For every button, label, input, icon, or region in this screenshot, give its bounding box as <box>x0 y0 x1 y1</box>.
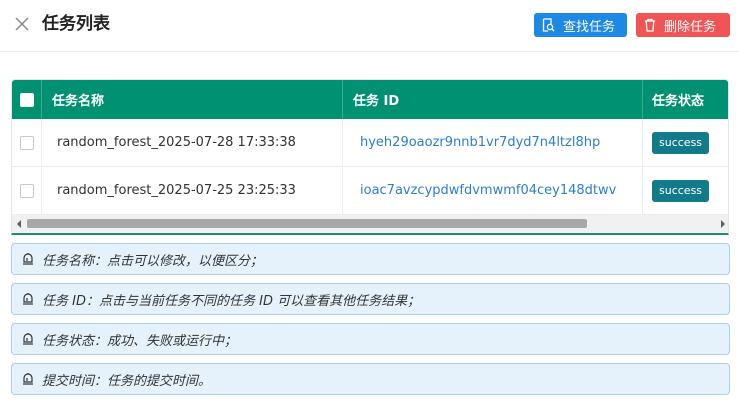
task-status-cell: success <box>643 119 728 166</box>
row-select-cell <box>12 119 42 166</box>
triangle-left-icon <box>17 219 21 228</box>
task-id-link[interactable]: hyeh29oaozr9nnb1vr7dyd7n4ltzl8hp <box>343 119 643 166</box>
dialog-header: 任务列表 查找任务 删除任务 <box>0 0 739 52</box>
select-all-checkbox[interactable] <box>19 92 34 107</box>
status-badge: success <box>652 179 710 202</box>
note-text: 任务状态：成功、失败或运行中； <box>42 333 238 349</box>
note-text: 任务 ID：点击与当前任务不同的任务 ID 可以查看其他任务结果； <box>42 293 421 309</box>
note-task-name: 任务名称：点击可以修改，以便区分； <box>11 243 730 275</box>
trash-icon <box>645 18 655 32</box>
alarm-bell-icon <box>20 251 36 267</box>
task-table: 任务名称 任务 ID 任务状态 random_forest_2025-07-28… <box>11 79 729 235</box>
row-select-cell <box>12 167 42 214</box>
task-name-cell[interactable]: random_forest_2025-07-25 23:25:33 <box>42 167 343 214</box>
page-title: 任务列表 <box>42 14 110 34</box>
task-id-link[interactable]: ioac7avzcypdwfdvmwmf04cey148dtwv <box>343 167 643 214</box>
delete-task-button[interactable]: 删除任务 <box>636 13 730 37</box>
row-checkbox[interactable] <box>19 183 34 198</box>
scroll-right-button[interactable] <box>716 215 728 232</box>
note-text: 提交时间：任务的提交时间。 <box>42 373 212 389</box>
note-submit-time: 提交时间：任务的提交时间。 <box>11 363 730 395</box>
delete-task-label: 删除任务 <box>664 19 717 35</box>
note-task-id: 任务 ID：点击与当前任务不同的任务 ID 可以查看其他任务结果； <box>11 283 730 315</box>
table-header: 任务名称 任务 ID 任务状态 <box>12 80 728 119</box>
alarm-bell-icon <box>20 331 36 347</box>
column-header-id[interactable]: 任务 ID <box>343 80 643 119</box>
note-text: 任务名称：点击可以修改，以便区分； <box>42 253 264 269</box>
table-row: random_forest_2025-07-25 23:25:33 ioac7a… <box>12 167 728 215</box>
search-task-label: 查找任务 <box>563 19 616 35</box>
status-badge: success <box>652 131 710 154</box>
note-task-status: 任务状态：成功、失败或运行中； <box>11 323 730 355</box>
triangle-right-icon <box>721 219 725 228</box>
search-document-icon <box>542 18 555 32</box>
close-icon <box>15 17 29 31</box>
table-row: random_forest_2025-07-28 17:33:38 hyeh29… <box>12 119 728 167</box>
search-task-button[interactable]: 查找任务 <box>534 13 627 37</box>
alarm-bell-icon <box>20 371 36 387</box>
column-header-name[interactable]: 任务名称 <box>42 80 343 119</box>
close-button[interactable] <box>12 14 32 34</box>
scroll-thumb[interactable] <box>27 219 587 228</box>
task-name-cell[interactable]: random_forest_2025-07-28 17:33:38 <box>42 119 343 166</box>
alarm-bell-icon <box>20 291 36 307</box>
task-status-cell: success <box>643 167 728 214</box>
column-header-status[interactable]: 任务状态 <box>643 80 728 119</box>
row-checkbox[interactable] <box>19 135 34 150</box>
select-all-cell <box>12 80 42 119</box>
scroll-left-button[interactable] <box>12 215 26 232</box>
horizontal-scrollbar[interactable] <box>12 215 728 232</box>
